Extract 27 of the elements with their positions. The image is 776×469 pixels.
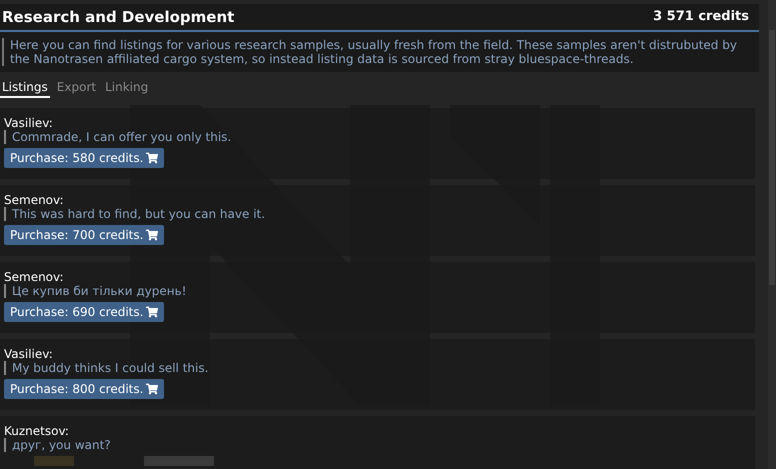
seller-name: Semenov: [4,270,65,284]
seller-message: Commrade, I can offer you only this. [4,130,232,144]
cart-icon [146,306,158,318]
credits-balance: 3 571 credits [653,8,749,26]
seller-name: Kuznetsov: [4,424,70,438]
scrollbar-thumb[interactable] [769,30,775,285]
cart-icon [146,152,158,164]
seller-message: Це купив би тільки дурень! [4,284,186,298]
tab[interactable]: Export [54,78,98,98]
seller-name: Vasiliev: [4,116,54,130]
window-title: Research and Development [2,6,234,28]
item-sprite-placeholder [144,456,214,466]
purchase-button[interactable]: Purchase: 690 credits. [4,302,164,322]
seller-name: Semenov: [4,193,65,207]
notice-text: Here you can find listings for various research samples, usually fresh from the field. These samples aren't distrubuted by the Nanotrasen affiliated cargo system, so instead listing data is sourced from stray bluespace-threads. [2,38,757,66]
purchase-button[interactable]: Purchase: 700 credits. [4,225,164,245]
item-sprite-placeholder [34,456,74,466]
purchase-button[interactable]: Purchase: 580 credits. [4,148,164,168]
tab[interactable]: Linking [103,78,150,98]
tab[interactable]: Listings [0,78,50,98]
seller-name: Vasiliev: [4,347,54,361]
seller-message: My buddy thinks I could sell this. [4,361,208,375]
seller-message: This was hard to find, but you can have it. [4,207,266,221]
cart-icon [146,383,158,395]
cart-icon [146,229,158,241]
seller-message: друг, you want? [4,438,111,452]
purchase-button[interactable]: Purchase: 800 credits. [4,379,164,399]
